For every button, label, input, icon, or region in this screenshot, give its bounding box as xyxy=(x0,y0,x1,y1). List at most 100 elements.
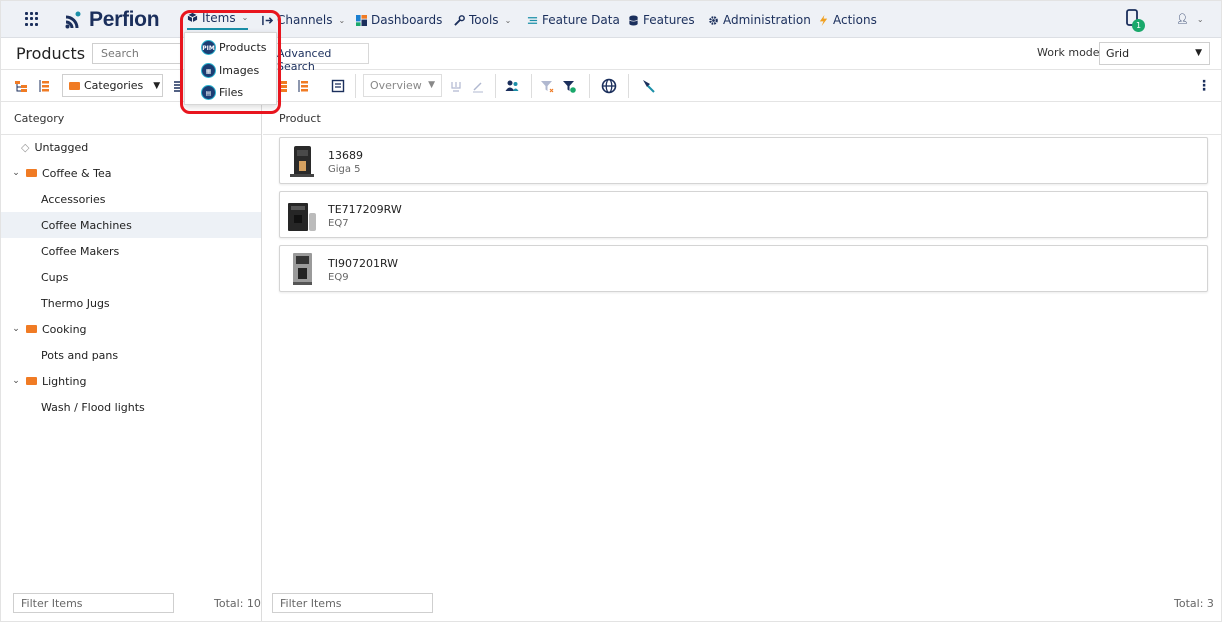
nav-channels[interactable]: Channels ⌄ xyxy=(262,12,345,28)
filter-clear-icon[interactable] xyxy=(540,79,554,93)
chevron-down-icon: ⌄ xyxy=(504,15,512,25)
category-column-header[interactable]: Category xyxy=(1,102,261,135)
toolbar-divider xyxy=(355,74,356,98)
dashboard-icon xyxy=(356,14,367,26)
filter-apply-icon[interactable] xyxy=(562,79,576,93)
channel-arrow-icon xyxy=(262,15,273,25)
folder-icon xyxy=(69,81,80,90)
more-options-icon[interactable]: ⋮ xyxy=(1197,78,1211,94)
tree-item-coffee-tea[interactable]: ⌄ Coffee & Tea xyxy=(1,160,261,186)
product-card[interactable]: TE717209RW EQ7 xyxy=(279,191,1208,238)
logo-text: Perfion xyxy=(89,8,160,31)
menu-item-label: Products xyxy=(219,40,267,54)
menu-item-files[interactable]: ▤ Files xyxy=(201,83,243,101)
tree-item-label: Coffee Makers xyxy=(41,244,120,258)
pim-icon: PIM xyxy=(201,39,216,55)
product-filter-input[interactable]: Filter Items xyxy=(272,593,433,613)
nav-actions[interactable]: Actions xyxy=(818,12,877,28)
tree-item-label: Untagged xyxy=(34,140,89,154)
caret-down-icon: ▼ xyxy=(428,80,435,90)
nav-features[interactable]: Features xyxy=(628,12,695,28)
tree-item-lighting[interactable]: ⌄ Lighting xyxy=(1,368,261,394)
menu-item-label: Files xyxy=(219,85,244,99)
users-icon[interactable] xyxy=(505,79,519,93)
chevron-down-icon[interactable]: ⌄ xyxy=(10,376,22,386)
database-icon xyxy=(629,14,638,26)
tree-item-coffee-makers[interactable]: Coffee Makers xyxy=(1,238,261,264)
list-lines-icon xyxy=(527,16,538,24)
toolbar-divider xyxy=(628,74,629,98)
tree-item-pots-and-pans[interactable]: Pots and pans xyxy=(1,342,261,368)
tree-item-label: Coffee & Tea xyxy=(42,166,112,180)
nav-administration-label: Administration xyxy=(723,13,811,27)
edit-icon[interactable] xyxy=(471,79,485,93)
tree-item-label: Coffee Machines xyxy=(41,218,132,232)
categories-label: Categories xyxy=(84,79,144,92)
product-column-header[interactable]: Product xyxy=(263,102,1221,135)
tree-item-cups[interactable]: Cups xyxy=(1,264,261,290)
cube-icon xyxy=(187,12,198,23)
tree-collapse-icon[interactable] xyxy=(14,79,28,93)
logo[interactable]: Perfion xyxy=(63,6,160,34)
tree-item-coffee-machines[interactable]: Coffee Machines xyxy=(1,212,261,238)
tree-item-thermo-jugs[interactable]: Thermo Jugs xyxy=(1,290,261,316)
chevron-down-icon[interactable]: ⌄ xyxy=(10,168,22,178)
channel-publish-icon[interactable] xyxy=(641,78,657,94)
menu-item-products[interactable]: PIM Products xyxy=(201,38,267,56)
categories-select[interactable]: Categories ▼ xyxy=(62,74,163,97)
nav-items[interactable]: Items ⌄ xyxy=(187,10,249,30)
tree-item-accessories[interactable]: Accessories xyxy=(1,186,261,212)
tree-item-untagged[interactable]: ◇ Untagged xyxy=(1,134,261,160)
tree-expand-icon[interactable] xyxy=(296,79,310,93)
menu-item-images[interactable]: ▦ Images xyxy=(201,61,259,79)
product-name: EQ9 xyxy=(328,272,349,283)
images-icon: ▦ xyxy=(201,62,216,78)
product-id: 13689 xyxy=(328,149,363,162)
globe-icon[interactable] xyxy=(601,78,617,94)
work-mode-select[interactable]: Grid ▼ xyxy=(1099,42,1210,65)
tree-item-label: Pots and pans xyxy=(41,348,119,362)
nav-administration[interactable]: Administration xyxy=(708,12,811,28)
user-icon: 👤︎ xyxy=(1176,14,1189,25)
page-title: Products xyxy=(16,44,86,63)
tree-item-label: Accessories xyxy=(41,192,106,206)
toolbar-divider xyxy=(589,74,590,98)
toolbar-divider xyxy=(531,74,532,98)
tree-item-wash-flood-lights[interactable]: Wash / Flood lights xyxy=(1,394,261,420)
details-panel-icon[interactable] xyxy=(331,79,345,93)
chevron-down-icon[interactable]: ⌄ xyxy=(10,324,22,334)
save-icon[interactable] xyxy=(449,79,463,93)
category-filter-input[interactable]: Filter Items xyxy=(13,593,174,613)
tree-item-cooking[interactable]: ⌄ Cooking xyxy=(1,316,261,342)
product-id: TE717209RW xyxy=(328,203,402,216)
app-launcher-icon[interactable] xyxy=(25,12,39,26)
work-mode-value: Grid xyxy=(1106,47,1130,60)
nav-dashboards[interactable]: Dashboards xyxy=(356,12,442,28)
nav-tools[interactable]: Tools ⌄ xyxy=(454,12,511,28)
overview-select[interactable]: Overview ▼ xyxy=(363,74,442,97)
files-icon: ▤ xyxy=(201,84,216,100)
tree-expand-icon[interactable] xyxy=(37,79,51,93)
product-name: Giga 5 xyxy=(328,164,361,175)
folder-icon xyxy=(26,377,37,385)
nav-channels-label: Channels xyxy=(277,13,333,27)
caret-down-icon: ▼ xyxy=(1195,48,1202,58)
advanced-search-button[interactable]: Advanced Search xyxy=(273,43,369,73)
search-input[interactable]: Search xyxy=(92,43,182,64)
product-card[interactable]: TI907201RW EQ9 xyxy=(279,245,1208,292)
menu-item-label: Images xyxy=(219,63,260,77)
product-id: TI907201RW xyxy=(328,257,399,270)
product-card[interactable]: 13689 Giga 5 xyxy=(279,137,1208,184)
category-total: Total: 10 xyxy=(214,597,261,610)
items-dropdown-menu: PIM Products ▦ Images ▤ Files xyxy=(184,32,277,105)
app-window: Perfion Items ⌄ Channels ⌄ Dashboards To… xyxy=(0,0,1222,622)
folder-icon xyxy=(26,169,37,177)
nav-feature-data[interactable]: Feature Data xyxy=(527,12,620,28)
nav-tools-label: Tools xyxy=(469,13,499,27)
product-thumbnail xyxy=(288,203,316,231)
user-menu[interactable]: 👤︎ ⌄ xyxy=(1176,14,1204,25)
tree-item-label: Thermo Jugs xyxy=(41,296,110,310)
caret-down-icon: ▼ xyxy=(153,80,161,91)
lightning-icon xyxy=(819,14,828,26)
chevron-down-icon: ⌄ xyxy=(1196,15,1204,24)
